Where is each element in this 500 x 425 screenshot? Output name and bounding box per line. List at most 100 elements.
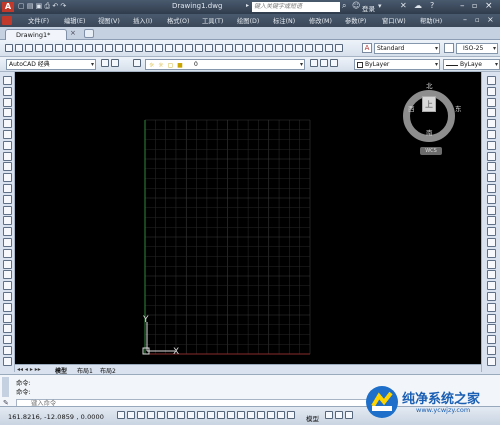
workspace-settings-icon[interactable] bbox=[100, 59, 120, 67]
modify-tool-icon[interactable] bbox=[487, 238, 496, 247]
modify-tool-icon[interactable] bbox=[487, 76, 496, 85]
menu-format[interactable]: 格式(O) bbox=[167, 16, 189, 25]
modify-tool-icon[interactable] bbox=[487, 270, 496, 280]
draw-tool-icon[interactable] bbox=[3, 270, 12, 280]
menu-file[interactable]: 文件(F) bbox=[28, 16, 49, 25]
modify-tool-icon[interactable] bbox=[487, 259, 496, 269]
modify-tool-icon[interactable] bbox=[487, 162, 496, 172]
modify-tool-icon[interactable] bbox=[487, 281, 496, 291]
drafting-toggle-icons[interactable] bbox=[116, 411, 296, 419]
modify-tool-icon[interactable] bbox=[487, 248, 496, 258]
draw-tool-icon[interactable] bbox=[3, 302, 12, 312]
model-space-button[interactable]: 模型 bbox=[306, 413, 319, 423]
modify-tool-icon[interactable] bbox=[487, 173, 496, 183]
draw-tool-icon[interactable] bbox=[3, 86, 12, 96]
doc-restore-icon[interactable]: ▫ bbox=[475, 16, 480, 24]
modify-tool-icon[interactable] bbox=[487, 184, 496, 193]
app-logo-icon[interactable]: A bbox=[2, 2, 14, 12]
draw-tool-icon[interactable] bbox=[3, 259, 12, 269]
viewcube-south[interactable]: 南 bbox=[426, 127, 433, 137]
draw-tool-icon[interactable] bbox=[3, 346, 12, 355]
viewcube-east[interactable]: 东 bbox=[455, 103, 462, 113]
tab-nav-arrows-icon[interactable]: ◂◂ ◂ ▸ ▸▸ bbox=[17, 366, 41, 373]
draw-tool-icon[interactable] bbox=[3, 227, 12, 237]
modify-tool-icon[interactable] bbox=[487, 227, 496, 237]
modify-tool-icon[interactable] bbox=[487, 194, 496, 204]
draw-tool-icon[interactable] bbox=[3, 173, 12, 183]
search-icon[interactable]: ⌕ bbox=[342, 1, 346, 11]
modify-tool-icon[interactable] bbox=[487, 313, 496, 323]
viewcube-west[interactable]: 西 bbox=[408, 103, 415, 113]
modify-tool-icon[interactable] bbox=[487, 292, 496, 301]
command-grip[interactable] bbox=[2, 377, 9, 397]
login-link[interactable]: 登录 bbox=[362, 3, 375, 13]
draw-tool-icon[interactable] bbox=[3, 238, 12, 247]
modify-tool-icon[interactable] bbox=[487, 151, 496, 161]
draw-tool-icon[interactable] bbox=[3, 97, 12, 107]
linetype-select[interactable]: ByLaye bbox=[443, 59, 500, 70]
draw-tool-icon[interactable] bbox=[3, 119, 12, 129]
modify-tool-icon[interactable] bbox=[487, 205, 496, 215]
menu-view[interactable]: 视图(V) bbox=[98, 16, 120, 25]
modify-tool-icon[interactable] bbox=[487, 86, 496, 96]
text-style-select[interactable]: Standard bbox=[374, 43, 440, 54]
tab-close-icon[interactable]: × bbox=[70, 29, 76, 37]
draw-tool-icon[interactable] bbox=[3, 216, 12, 226]
draw-tool-icon[interactable] bbox=[3, 162, 12, 172]
menu-draw[interactable]: 绘图(D) bbox=[237, 16, 259, 25]
draw-tool-icon[interactable] bbox=[3, 205, 12, 215]
help-icon[interactable]: ? bbox=[430, 1, 434, 10]
status-tool-icons[interactable] bbox=[324, 411, 354, 419]
standard-tool-icons[interactable] bbox=[4, 44, 344, 52]
draw-tool-icon[interactable] bbox=[3, 248, 12, 258]
modify-tool-icon[interactable] bbox=[487, 97, 496, 107]
modify-tool-icon[interactable] bbox=[487, 130, 496, 139]
draw-tool-icon[interactable] bbox=[3, 194, 12, 204]
search-input[interactable]: 键入关键字或短语 bbox=[252, 2, 340, 12]
modify-tool-icon[interactable] bbox=[487, 108, 496, 118]
modify-tool-icon[interactable] bbox=[487, 216, 496, 226]
modify-tool-icon[interactable] bbox=[487, 324, 496, 334]
draw-tool-icon[interactable] bbox=[3, 356, 12, 366]
draw-tool-icon[interactable] bbox=[3, 108, 12, 118]
draw-tool-icon[interactable] bbox=[3, 130, 12, 139]
menu-dimension[interactable]: 标注(N) bbox=[273, 16, 295, 25]
draw-tool-icon[interactable] bbox=[3, 151, 12, 161]
modify-tool-icon[interactable] bbox=[487, 140, 496, 150]
layer-properties-icon[interactable] bbox=[132, 59, 142, 67]
quick-access-icons[interactable]: ▢ ▤ ▣ ⎙ ↶ ↷ bbox=[18, 2, 66, 11]
modify-tool-icon[interactable] bbox=[487, 346, 496, 355]
minimize-icon[interactable]: – bbox=[460, 1, 465, 11]
draw-tool-icon[interactable] bbox=[3, 76, 12, 85]
workspace-select[interactable]: AutoCAD 经典 bbox=[6, 59, 96, 70]
menu-edit[interactable]: 编辑(E) bbox=[64, 16, 86, 25]
draw-tool-icon[interactable] bbox=[3, 281, 12, 291]
doc-close-icon[interactable]: × bbox=[487, 15, 494, 24]
modify-tool-icon[interactable] bbox=[487, 302, 496, 312]
exchange-icon[interactable]: ✕ bbox=[400, 1, 407, 10]
viewcube-north[interactable]: 北 bbox=[426, 80, 433, 90]
login-dropdown-icon[interactable]: ▾ bbox=[378, 2, 382, 10]
draw-tool-icon[interactable] bbox=[3, 184, 12, 193]
layer-tools-icons[interactable] bbox=[309, 59, 339, 67]
draw-tool-icon[interactable] bbox=[3, 140, 12, 150]
menu-tools[interactable]: 工具(T) bbox=[202, 16, 223, 25]
modify-tool-icon[interactable] bbox=[487, 119, 496, 129]
new-tab-icon[interactable] bbox=[84, 29, 94, 38]
close-icon[interactable]: × bbox=[485, 1, 493, 11]
wcs-menu-button[interactable]: WCS bbox=[420, 147, 442, 155]
modify-tool-icon[interactable] bbox=[487, 335, 496, 345]
menu-window[interactable]: 窗口(W) bbox=[382, 16, 406, 25]
draw-tool-icon[interactable] bbox=[3, 335, 12, 345]
tab-drawing1[interactable]: Drawing1* bbox=[5, 29, 67, 40]
menu-app-icon[interactable] bbox=[2, 16, 12, 25]
draw-tool-icon[interactable] bbox=[3, 324, 12, 334]
draw-tool-icon[interactable] bbox=[3, 292, 12, 301]
menu-parametric[interactable]: 参数(P) bbox=[345, 16, 366, 25]
color-select[interactable]: ByLayer bbox=[354, 59, 440, 70]
dim-style-select[interactable]: ISO-25 bbox=[456, 43, 498, 54]
modify-tool-icon[interactable] bbox=[487, 356, 496, 366]
doc-minimize-icon[interactable]: – bbox=[463, 15, 467, 24]
menu-modify[interactable]: 修改(M) bbox=[309, 16, 332, 25]
layer-select[interactable]: ☼ ☼ ▢ ■ 0 bbox=[145, 59, 305, 70]
